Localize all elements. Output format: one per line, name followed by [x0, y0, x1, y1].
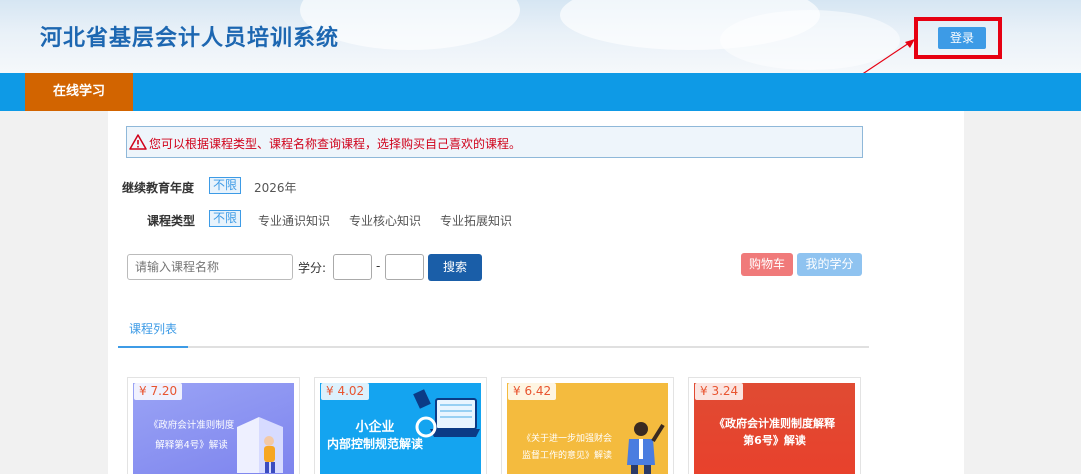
course-title: 《政府会计准则制度解释 第6号》解读: [694, 415, 855, 449]
header: 河北省基层会计人员培训系统 登录: [0, 0, 1081, 73]
course-title-line: 监督工作的意见》解读: [521, 451, 612, 461]
year-filter-label: 继续教育年度: [122, 181, 195, 195]
type-option-unlimited[interactable]: 不限: [209, 210, 242, 227]
tabs-divider: [118, 346, 869, 348]
course-name-search-input[interactable]: [127, 254, 293, 280]
year-option-2026[interactable]: 2026年: [254, 179, 297, 196]
type-filter-label: 课程类型: [147, 214, 196, 228]
type-option-extended[interactable]: 专业拓展知识: [440, 212, 512, 229]
warning-icon: [129, 134, 147, 150]
course-card[interactable]: 小企业 内部控制规范解读 ¥ 4.02: [314, 377, 487, 474]
my-credits-button[interactable]: 我的学分: [797, 253, 862, 276]
type-option-general[interactable]: 专业通识知识: [258, 212, 330, 229]
course-title-line: 《关于进一步加强财会: [521, 434, 612, 444]
course-price: ¥ 7.20: [134, 383, 183, 400]
login-button[interactable]: 登录: [938, 27, 986, 49]
course-title: 《关于进一步加强财会 监督工作的意见》解读: [511, 431, 623, 465]
book-figure-illustration: [237, 417, 283, 473]
presenter-figure-illustration: [627, 422, 665, 474]
cart-button[interactable]: 购物车: [741, 253, 793, 276]
course-price: ¥ 6.42: [508, 383, 557, 400]
login-highlight-box: 登录: [914, 17, 1002, 59]
main-nav: 在线学习: [0, 73, 1081, 111]
score-max-input[interactable]: [385, 254, 424, 280]
course-card[interactable]: 《政府会计准则制度解释 第6号》解读 ¥ 3.24: [688, 377, 861, 474]
laptop-illustration: [413, 389, 480, 438]
year-option-unlimited[interactable]: 不限: [209, 177, 242, 194]
score-min-input[interactable]: [333, 254, 372, 280]
course-title-line: 第6号》解读: [743, 434, 806, 447]
nav-item-online-learning[interactable]: 在线学习: [25, 73, 133, 111]
course-title-line: 《政府会计准则制度解释: [714, 417, 835, 430]
tab-course-list[interactable]: 课程列表: [118, 320, 188, 348]
annotation-arrow-icon: [862, 39, 915, 73]
notice-text: 您可以根据课程类型、课程名称查询课程，选择购买自己喜欢的课程。: [149, 137, 522, 151]
site-title: 河北省基层会计人员培训系统: [40, 26, 340, 51]
notice-banner: 您可以根据课程类型、课程名称查询课程，选择购买自己喜欢的课程。: [126, 126, 863, 158]
type-option-core[interactable]: 专业核心知识: [349, 212, 421, 229]
search-button[interactable]: 搜索: [428, 254, 482, 281]
course-price: ¥ 3.24: [695, 383, 744, 400]
score-label: 学分:: [298, 261, 327, 275]
score-range-dash: -: [376, 259, 381, 273]
course-price: ¥ 4.02: [321, 383, 370, 400]
course-card[interactable]: 《政府会计准则制度 解释第4号》解读 ¥ 7.20: [127, 377, 300, 474]
course-card[interactable]: 《关于进一步加强财会 监督工作的意见》解读 ¥ 6.42: [501, 377, 674, 474]
